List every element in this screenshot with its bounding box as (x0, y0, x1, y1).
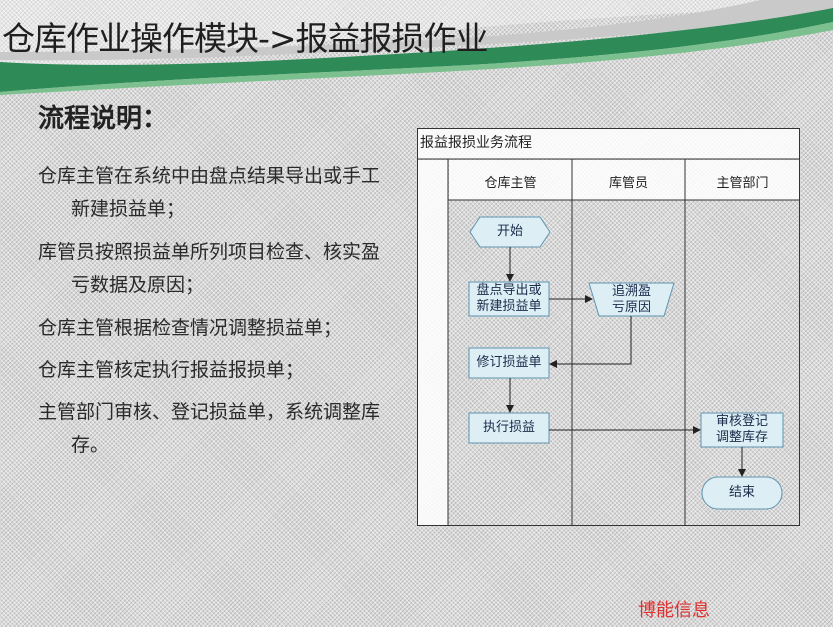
start-label: 开始 (496, 224, 523, 239)
swimlane-flowchart: 报益报损业务流程 仓库主管 库管员 主管部门 开始 盘点导出或 新建损益单 追溯… (417, 128, 800, 526)
export-label-line: 新建损益单 (476, 299, 542, 314)
section-heading: 流程说明： (38, 104, 169, 134)
audit-label-line: 调整库存 (715, 430, 768, 445)
trace-label: 追溯盈 亏原因 (589, 284, 674, 316)
flowchart-title: 报益报损业务流程 (420, 135, 532, 151)
revise-label: 修订损益单 (476, 355, 542, 370)
step-item: 库管员按照损益单所列项目检查、核实盈亏数据及原因； (38, 241, 381, 296)
step-item: 仓库主管在系统中由盘点结果导出或手工新建损益单； (38, 165, 381, 220)
audit-label: 审核登记 调整库存 (701, 414, 783, 446)
slide-title: 仓库作业操作模块->报益报损作业 (2, 19, 489, 58)
step-item: 仓库主管根据检查情况调整损益单； (38, 317, 343, 339)
step-item: 主管部门审核、登记损益单，系统调整库存。 (38, 401, 381, 456)
trace-label-line: 追溯盈 (611, 284, 651, 299)
brand-logo-text: 博能信息 (638, 600, 710, 621)
export-label: 盘点导出或 新建损益单 (469, 283, 549, 315)
audit-label-line: 审核登记 (715, 414, 768, 429)
lane-header: 库管员 (608, 176, 648, 191)
process-steps: 仓库主管在系统中由盘点结果导出或手工新建损益单； 库管员按照损益单所列项目检查、… (38, 160, 398, 472)
execute-label: 执行损益 (482, 420, 535, 435)
lane-header: 主管部门 (716, 176, 769, 191)
export-label-line: 盘点导出或 (476, 283, 542, 298)
step-item: 仓库主管核定执行报益报损单； (38, 359, 305, 381)
lane-header: 仓库主管 (484, 176, 537, 191)
end-label: 结束 (728, 485, 755, 500)
trace-label-line: 亏原因 (611, 300, 651, 315)
